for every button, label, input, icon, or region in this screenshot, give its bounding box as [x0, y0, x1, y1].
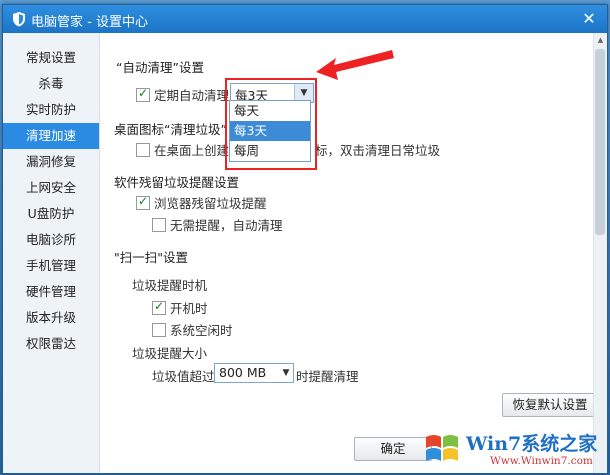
watermark-brand: Win7系统之家 — [466, 433, 598, 455]
watermark-url: Www.Winwin7.com — [490, 455, 593, 467]
arrow-icon — [316, 50, 394, 80]
annotation-arrow — [316, 50, 394, 80]
windows-logo-icon — [426, 435, 458, 461]
watermark: Win7系统之家 Www.Winwin7.com — [420, 425, 608, 473]
